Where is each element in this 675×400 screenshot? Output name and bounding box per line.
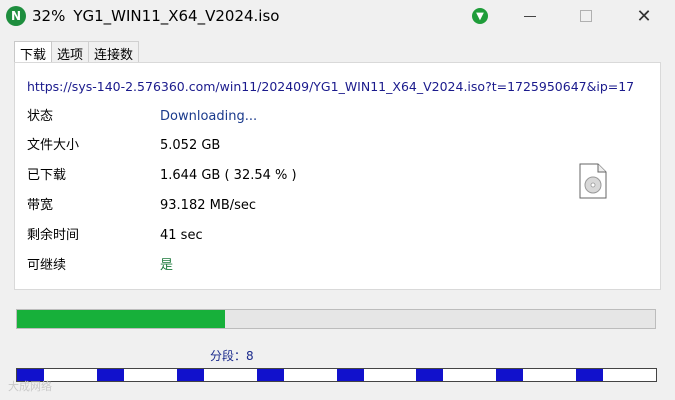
download-progress-fill <box>17 310 225 328</box>
segment-progress-block <box>96 369 124 381</box>
status-label: 状态 <box>27 109 54 124</box>
disc-image-file-icon <box>579 163 607 199</box>
title-progress: 32% <box>32 7 66 25</box>
segment-progress-block <box>416 369 444 381</box>
segment-progress-block <box>496 369 524 381</box>
maximize-icon <box>580 10 592 22</box>
title-filename: YG1_WIN11_X64_V2024.iso <box>73 7 280 25</box>
app-logo-icon: N <box>6 6 26 26</box>
bandwidth-value: 93.182 MB/sec <box>160 198 257 213</box>
tab-connections[interactable]: 连接数 <box>88 41 140 64</box>
close-button[interactable]: ✕ <box>632 5 656 27</box>
tab-bar: 下载 选项 连接数 <box>14 41 140 66</box>
time-left-value: 41 sec <box>160 228 203 243</box>
file-size-label: 文件大小 <box>27 138 80 153</box>
window-title: 32% YG1_WIN11_X64_V2024.iso <box>32 7 279 25</box>
watermark: 大成网络 <box>8 380 52 393</box>
download-arrow-icon: ▼ <box>472 8 488 24</box>
resume-label: 可继续 <box>27 258 67 273</box>
segment-progress-block <box>576 369 604 381</box>
bandwidth-label: 带宽 <box>27 198 54 213</box>
resume-value: 是 <box>160 258 174 273</box>
download-info-panel: https://sys-140-2.576360.com/win11/20240… <box>14 62 661 290</box>
download-url: https://sys-140-2.576360.com/win11/20240… <box>27 79 635 94</box>
time-left-label: 剩余时间 <box>27 228 80 243</box>
file-size-value: 5.052 GB <box>160 138 221 153</box>
segments-label: 分段：8 <box>210 349 254 363</box>
downloaded-value: 1.644 GB ( 32.54 % ) <box>160 168 297 183</box>
maximize-button[interactable] <box>574 6 598 26</box>
minimize-button[interactable] <box>518 6 542 26</box>
download-progress-bar <box>16 309 656 329</box>
status-value: Downloading... <box>160 109 258 124</box>
downloaded-label: 已下载 <box>27 168 67 183</box>
close-icon: ✕ <box>636 5 652 27</box>
minimize-icon <box>524 15 536 17</box>
segment-progress-block <box>336 369 364 381</box>
tab-options[interactable]: 选项 <box>51 41 90 64</box>
segment-progress-block <box>176 369 204 381</box>
segment-progress-block <box>256 369 284 381</box>
title-bar: N 32% YG1_WIN11_X64_V2024.iso ▼ ✕ <box>0 0 675 34</box>
segments-bar <box>16 368 657 382</box>
